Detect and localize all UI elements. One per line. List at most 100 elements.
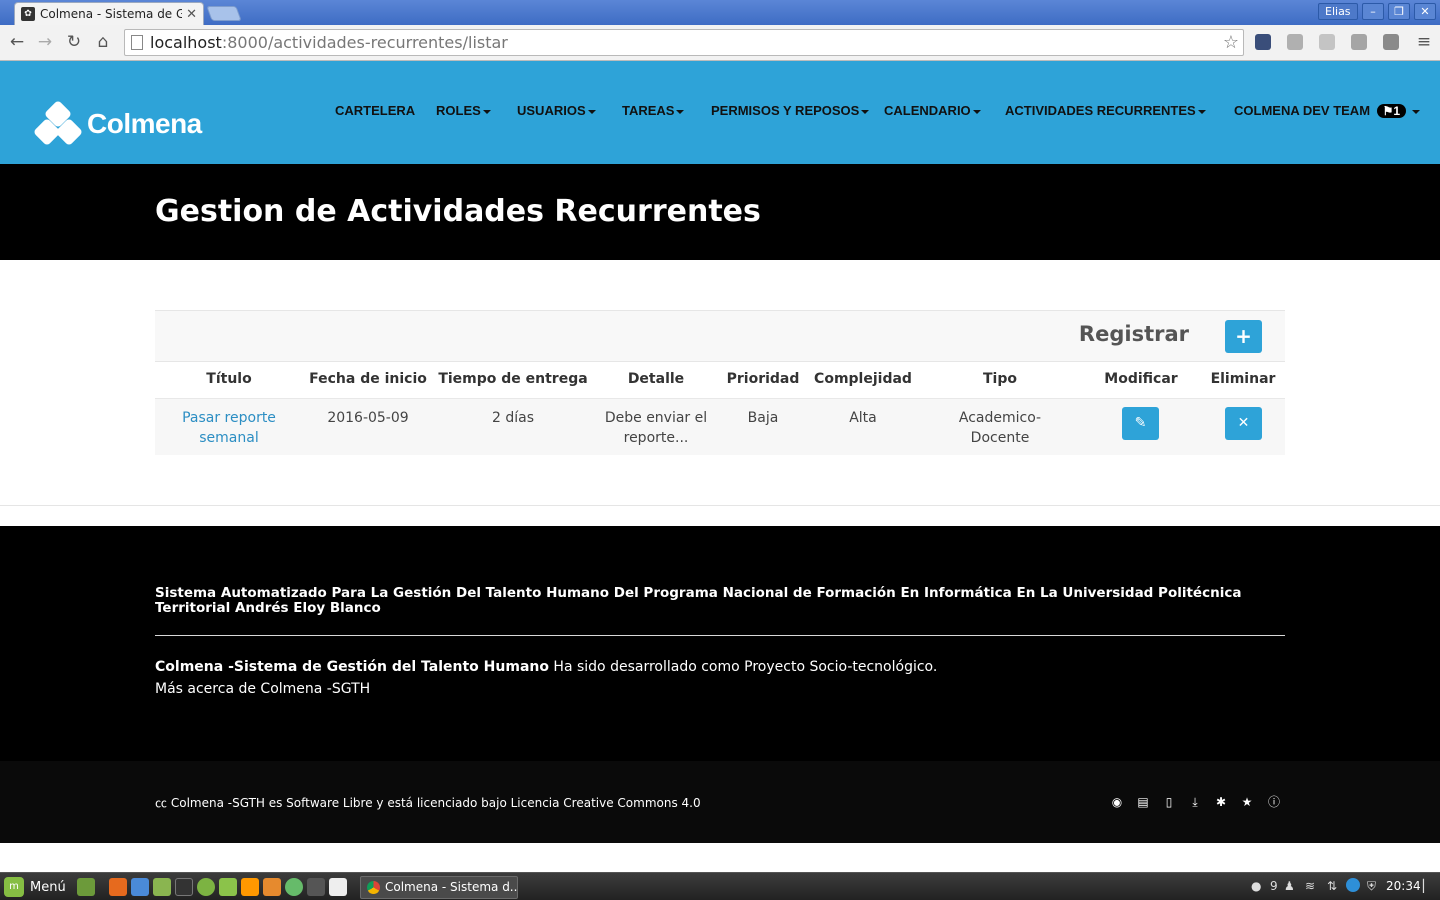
footer-more-link[interactable]: Más acerca de Colmena -SGTH xyxy=(155,681,370,697)
show-desktop-icon[interactable] xyxy=(77,878,95,896)
terminal-icon[interactable] xyxy=(175,878,193,896)
extension-icon[interactable] xyxy=(1383,34,1399,50)
nav-usuarios[interactable]: USUARIOS xyxy=(517,103,596,118)
close-icon: ✕ xyxy=(1237,415,1250,431)
user-icon[interactable]: ♟ xyxy=(1284,879,1295,893)
network-icon[interactable]: ⇅ xyxy=(1327,879,1337,893)
footer-description: Colmena -Sistema de Gestión del Talento … xyxy=(155,659,938,675)
column-header-fecha: Fecha de inicio xyxy=(309,371,427,387)
notification-count: 9 xyxy=(1270,879,1278,893)
caret-down-icon xyxy=(482,109,491,114)
nav-permisos[interactable]: PERMISOS Y REPOSOS xyxy=(711,103,870,118)
shield-icon[interactable]: ⛨ xyxy=(1367,879,1376,894)
app-icon[interactable] xyxy=(285,878,303,896)
monitor-icon[interactable] xyxy=(307,878,325,896)
panel-header: Registrar + xyxy=(155,310,1285,362)
back-icon[interactable]: ← xyxy=(6,31,28,53)
reload-icon[interactable]: ↻ xyxy=(63,31,85,53)
info-icon[interactable]: ⓘ xyxy=(1267,795,1281,809)
content-divider xyxy=(0,505,1440,506)
show-desktop-corner[interactable]: ▏ xyxy=(1423,879,1432,893)
telegram-icon[interactable] xyxy=(1346,878,1360,892)
address-bar[interactable]: localhost:8000/actividades-recurrentes/l… xyxy=(124,29,1244,56)
plus-icon: + xyxy=(1235,324,1252,348)
cell-tipo: Academico-Docente xyxy=(958,410,1042,446)
nav-roles[interactable]: ROLES xyxy=(436,103,491,118)
caret-down-icon xyxy=(587,109,596,114)
extension-icon[interactable] xyxy=(1351,34,1367,50)
home-icon[interactable]: ⌂ xyxy=(92,31,114,53)
browser-menu-icon[interactable]: ≡ xyxy=(1413,31,1435,53)
start-menu-button[interactable]: m Menú xyxy=(4,877,66,897)
nav-cartelera[interactable]: CARTELERA xyxy=(335,103,415,118)
minimize-button[interactable]: – xyxy=(1362,3,1384,20)
extension-icon[interactable] xyxy=(1255,34,1271,50)
wifi-icon[interactable]: ≋ xyxy=(1305,879,1315,893)
tab-title: Colmena - Sistema de Ge xyxy=(40,7,183,21)
page-icon xyxy=(131,35,143,50)
license-text: ㏄ Colmena -SGTH es Software Libre y está… xyxy=(155,796,701,810)
pencil-icon: ✎ xyxy=(1134,415,1147,431)
register-label: Registrar xyxy=(1078,322,1189,346)
forward-icon[interactable]: → xyxy=(34,31,56,53)
nav-tareas[interactable]: TAREAS xyxy=(622,103,685,118)
activity-title-link[interactable]: Pasar reporte semanal xyxy=(169,408,289,448)
column-header-titulo: Título xyxy=(206,371,252,387)
chromium-icon[interactable] xyxy=(131,878,149,896)
browser-titlebar: ✿ Colmena - Sistema de Ge ✕ Elias – ❐ ✕ xyxy=(0,0,1440,25)
column-header-detalle: Detalle xyxy=(627,371,685,387)
cell-fecha: 2016-05-09 xyxy=(327,410,409,426)
footer-bottom-bar: ㏄ Colmena -SGTH es Software Libre y está… xyxy=(0,761,1440,843)
url-path: :8000/actividades-recurrentes/listar xyxy=(221,33,508,52)
close-window-button[interactable]: ✕ xyxy=(1414,3,1436,20)
pdf-icon[interactable]: ▯ xyxy=(1162,795,1176,809)
url-host: localhost xyxy=(150,33,222,52)
clock: 20:34 xyxy=(1386,879,1421,893)
settings-icon[interactable] xyxy=(241,878,259,896)
browser-tab[interactable]: ✿ Colmena - Sistema de Ge ✕ xyxy=(14,2,204,25)
window-user-label: Elias xyxy=(1318,3,1358,20)
browser-toolbar: ← → ↻ ⌂ localhost:8000/actividades-recur… xyxy=(0,25,1440,61)
column-header-prioridad: Prioridad xyxy=(726,371,800,387)
maximize-button[interactable]: ❐ xyxy=(1388,3,1410,20)
cell-prioridad: Baja xyxy=(747,410,779,426)
firefox-icon[interactable] xyxy=(109,878,127,896)
taskbar-window-chrome[interactable]: Colmena - Sistema d... xyxy=(360,876,518,899)
favicon-icon: ✿ xyxy=(21,7,35,21)
creative-commons-icon: ㏄ xyxy=(155,796,168,810)
alert-icon[interactable]: ● xyxy=(1251,879,1261,893)
star-icon[interactable]: ★ xyxy=(1240,795,1254,809)
delete-button[interactable]: ✕ xyxy=(1225,407,1262,440)
caret-down-icon xyxy=(676,109,685,114)
tab-close-icon[interactable]: ✕ xyxy=(186,7,197,22)
caret-down-icon xyxy=(972,109,981,114)
colmena-logo[interactable]: Colmena xyxy=(32,99,202,147)
column-header-modificar: Modificar xyxy=(1104,371,1178,387)
nav-actividades[interactable]: ACTIVIDADES RECURRENTES xyxy=(1005,103,1206,118)
colmena-app-icon[interactable] xyxy=(329,878,347,896)
column-header-eliminar: Eliminar xyxy=(1210,371,1276,387)
android-icon[interactable] xyxy=(219,878,237,896)
app-icon[interactable] xyxy=(197,878,215,896)
mint-logo-icon: m xyxy=(4,877,24,897)
sublime-icon[interactable] xyxy=(263,878,281,896)
nav-calendario[interactable]: CALENDARIO xyxy=(884,103,981,118)
column-header-tipo: Tipo xyxy=(983,371,1017,387)
files-icon[interactable] xyxy=(153,878,171,896)
column-header-complejidad: Complejidad xyxy=(814,371,912,387)
document-icon[interactable]: ▤ xyxy=(1136,795,1150,809)
extension-icon[interactable] xyxy=(1287,34,1303,50)
flag-icon: ⚑ xyxy=(1382,104,1394,118)
extension-icon[interactable] xyxy=(1319,34,1335,50)
github-icon[interactable]: ◉ xyxy=(1110,795,1124,809)
cell-tiempo: 2 días xyxy=(491,410,534,426)
new-tab-button[interactable] xyxy=(206,6,242,21)
bookmark-star-icon[interactable]: ☆ xyxy=(1223,32,1239,53)
nav-user-menu[interactable]: COLMENA DEV TEAM ⚑1 xyxy=(1234,103,1420,118)
caret-down-icon xyxy=(861,109,870,114)
add-activity-button[interactable]: + xyxy=(1225,320,1262,353)
edit-button[interactable]: ✎ xyxy=(1122,407,1159,440)
download-icon[interactable]: ⤓ xyxy=(1188,795,1202,809)
bug-icon[interactable]: ✱ xyxy=(1214,795,1228,809)
cell-detalle: Debe enviar el reporte... xyxy=(604,410,708,446)
